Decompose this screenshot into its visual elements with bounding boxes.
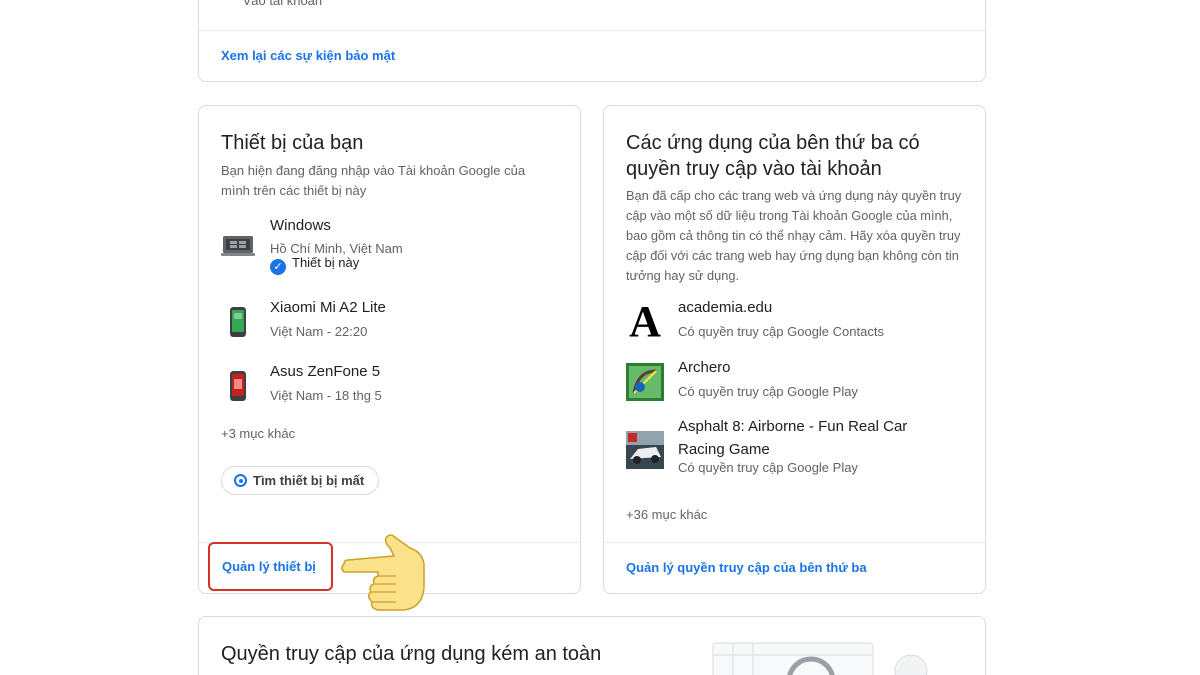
find-lost-device-button[interactable]: Tìm thiết bị bị mất — [221, 466, 380, 495]
device-item-windows[interactable]: Windows Hồ Chí Minh, Việt Nam ✓ Thiết bị … — [221, 217, 561, 277]
pointing-hand-icon — [341, 534, 425, 611]
app-item-archero[interactable]: Archero Có quyền truy cập Google Play — [626, 359, 966, 403]
phone-icon — [230, 371, 246, 401]
apps-card-description: Bạn đã cấp cho các trang web và ứng dụng… — [626, 188, 962, 283]
app-name: academia.edu — [678, 299, 773, 316]
device-name: Windows — [270, 217, 331, 234]
device-name: Asus ZenFone 5 — [270, 363, 381, 380]
clipped-row: Vào tài khoản — [221, 0, 323, 8]
security-events-card: Vào tài khoản Xem lại các sự kiện bảo mậ… — [198, 0, 986, 82]
less-secure-apps-card: Quyền truy cập của ứng dụng kém an toàn — [198, 616, 986, 675]
divider — [199, 30, 985, 31]
app-access: Có quyền truy cập Google Play — [678, 460, 858, 475]
third-party-apps-card: Các ứng dụng của bên thứ ba có quyền tru… — [603, 105, 986, 594]
manage-devices-highlight: Quản lý thiết bị — [208, 542, 333, 591]
less-secure-apps-title: Quyền truy cập của ứng dụng kém an toàn — [221, 643, 602, 665]
more-devices[interactable]: +3 mục khác — [221, 426, 295, 441]
find-lost-device-label: Tìm thiết bị bị mất — [253, 473, 365, 488]
divider — [604, 542, 985, 543]
app-access: Có quyền truy cập Google Contacts — [678, 324, 884, 339]
devices-card-description: Bạn hiện đang đăng nhập vào Tài khoản Go… — [221, 163, 526, 198]
devices-card: Thiết bị của bạn Bạn hiện đang đăng nhập… — [198, 105, 581, 594]
manage-devices-link[interactable]: Quản lý thiết bị — [222, 559, 316, 574]
phone-icon — [230, 307, 246, 337]
app-item-asphalt[interactable]: Asphalt 8: Airborne - Fun Real Car Racin… — [626, 418, 966, 487]
less-secure-illustration-icon — [712, 642, 928, 675]
this-device-badge: ✓ Thiết bị này — [270, 255, 359, 275]
review-security-events-link[interactable]: Xem lại các sự kiện bảo mật — [221, 48, 395, 63]
device-last-seen: Việt Nam - 22:20 — [270, 324, 368, 339]
device-location: Hồ Chí Minh, Việt Nam — [270, 241, 403, 256]
device-item-xiaomi[interactable]: Xiaomi Mi A2 Lite Việt Nam - 22:20 — [221, 299, 561, 343]
device-item-asus[interactable]: Asus ZenFone 5 Việt Nam - 18 thg 5 — [221, 363, 561, 407]
location-target-icon — [234, 474, 247, 487]
app-access: Có quyền truy cập Google Play — [678, 384, 858, 399]
clipped-row-text: Vào tài khoản — [242, 0, 323, 8]
device-last-seen: Việt Nam - 18 thg 5 — [270, 388, 382, 403]
this-device-label: Thiết bị này — [292, 255, 360, 270]
academia-logo-icon: A — [629, 297, 661, 346]
devices-card-title: Thiết bị của bạn — [221, 132, 364, 154]
asphalt-logo-icon — [626, 431, 664, 469]
laptop-icon — [221, 236, 255, 256]
more-apps[interactable]: +36 mục khác — [626, 507, 707, 522]
archero-logo-icon — [626, 363, 664, 401]
apps-card-title: Các ứng dụng của bên thứ ba có quyền tru… — [626, 132, 920, 180]
app-name: Asphalt 8: Airborne - Fun Real Car Racin… — [678, 418, 908, 458]
manage-third-party-access-link[interactable]: Quản lý quyền truy cập của bên thứ ba — [626, 560, 867, 575]
device-name: Xiaomi Mi A2 Lite — [270, 299, 386, 316]
check-circle-icon: ✓ — [270, 259, 286, 275]
app-item-academia[interactable]: A academia.edu Có quyền truy cập Google … — [626, 297, 966, 346]
app-name: Archero — [678, 359, 731, 376]
